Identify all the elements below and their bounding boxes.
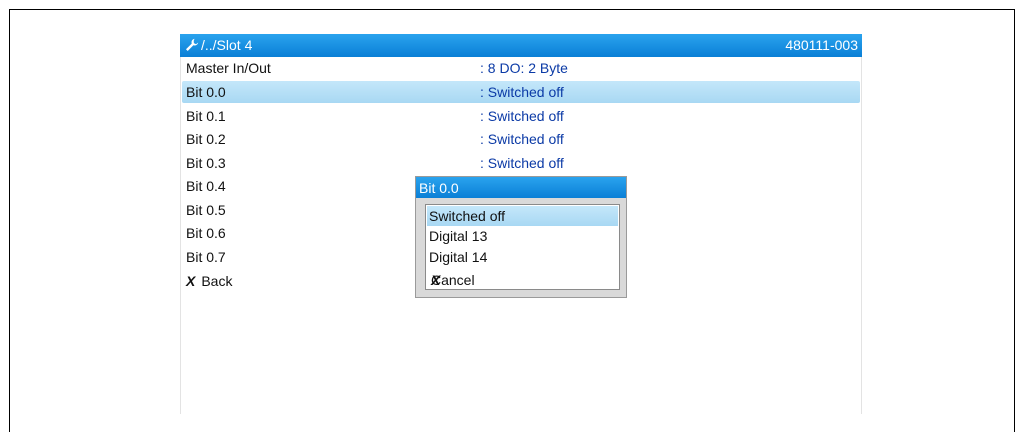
- row-label: Bit 0.6: [186, 225, 226, 241]
- breadcrumb: /../Slot 4: [201, 37, 253, 53]
- row-label: Bit 0.7: [186, 249, 226, 265]
- row-value: : Switched off: [480, 131, 564, 147]
- popup-title-bar: Bit 0.0: [416, 177, 626, 198]
- selection-popup: Bit 0.0 Switched off Digital 13 Digital …: [415, 176, 627, 298]
- popup-title: Bit 0.0: [419, 180, 459, 196]
- option-label: Digital 13: [429, 228, 488, 244]
- back-label: Back: [201, 273, 233, 289]
- row-value: : 8 DO: 2 Byte: [480, 60, 568, 76]
- row-label: Bit 0.0: [186, 84, 226, 100]
- row-label: Master In/Out: [186, 60, 271, 76]
- row-bit-0-2[interactable]: Bit 0.2 : Switched off: [182, 128, 860, 150]
- row-label: Bit 0.5: [186, 202, 226, 218]
- row-value: : Switched off: [480, 108, 564, 124]
- row-value: : Switched off: [480, 84, 564, 100]
- option-label: Switched off: [429, 208, 506, 224]
- wrench-icon: [186, 38, 199, 51]
- cancel-button[interactable]: X Cancel: [427, 268, 618, 288]
- option-list: Switched off Digital 13 Digital 14 X Canc…: [425, 204, 620, 290]
- row-bit-0-1[interactable]: Bit 0.1 : Switched off: [182, 105, 860, 127]
- option-switched-off[interactable]: Switched off: [427, 206, 618, 226]
- row-label: Bit 0.2: [186, 131, 226, 147]
- row-master-in-out[interactable]: Master In/Out : 8 DO: 2 Byte: [182, 57, 860, 79]
- row-label: Bit 0.4: [186, 178, 226, 194]
- cancel-label: Cancel: [431, 272, 475, 288]
- option-digital-13[interactable]: Digital 13: [427, 226, 618, 246]
- option-digital-14[interactable]: Digital 14: [427, 247, 618, 267]
- header-bar: /../Slot 4 480111-003: [180, 34, 862, 57]
- row-bit-0-3[interactable]: Bit 0.3 : Switched off: [182, 152, 860, 174]
- row-bit-0-0[interactable]: Bit 0.0 : Switched off: [182, 81, 860, 103]
- row-label: Bit 0.3: [186, 155, 226, 171]
- row-label: Bit 0.1: [186, 108, 226, 124]
- option-label: Digital 14: [429, 249, 488, 265]
- device-id: 480111-003: [785, 37, 858, 53]
- x-icon: X: [186, 273, 196, 289]
- row-value: : Switched off: [480, 155, 564, 171]
